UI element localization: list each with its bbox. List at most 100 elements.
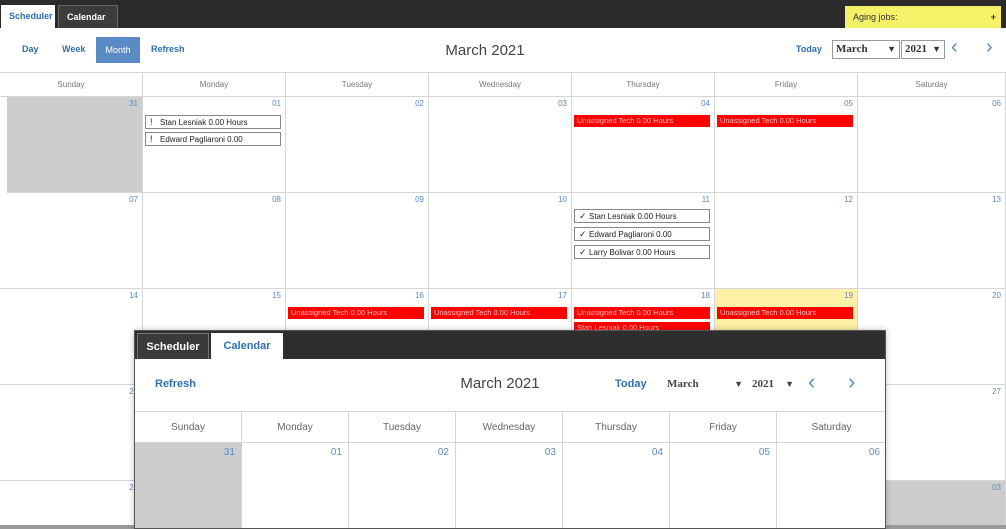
- prev-month-chevron-icon[interactable]: ‹: [951, 36, 958, 59]
- checkmark-icon: ✓: [579, 211, 587, 221]
- expand-plus-icon[interactable]: +: [991, 6, 996, 28]
- unassigned-job-event[interactable]: Unassigned Tech 0.00 Hours: [574, 115, 710, 127]
- day-cell[interactable]: 11 ✓ Stan Lesniak 0.00 Hours ✓ Edward Pagl…: [572, 193, 715, 289]
- day-cell[interactable]: 05: [670, 443, 777, 528]
- year-select[interactable]: 2021 ▼: [901, 40, 945, 59]
- view-month-button[interactable]: Month: [96, 37, 140, 63]
- day-cell[interactable]: 28: [0, 481, 143, 528]
- checkmark-icon: ✓: [579, 229, 587, 239]
- weekday-header: Wednesday: [456, 412, 563, 443]
- day-number: 19: [844, 291, 853, 300]
- day-cell[interactable]: 02: [349, 443, 456, 528]
- today-button[interactable]: Today: [796, 44, 822, 54]
- day-number: 13: [992, 195, 1001, 204]
- day-number: 15: [272, 291, 281, 300]
- job-event[interactable]: ! Edward Pagliaroni 0.00: [145, 132, 281, 146]
- day-cell[interactable]: 04: [563, 443, 670, 528]
- month-select[interactable]: March ▼: [667, 375, 745, 394]
- day-cell[interactable]: 03: [456, 443, 563, 528]
- chevron-down-icon: ▼: [785, 379, 794, 389]
- job-event[interactable]: ✓ Larry Bolivar 0.00 Hours: [574, 245, 710, 259]
- weekday-header: Saturday: [777, 412, 885, 443]
- day-cell[interactable]: 04 Unassigned Tech 0.00 Hours: [572, 97, 715, 193]
- day-cell[interactable]: 14: [0, 289, 143, 385]
- day-cell[interactable]: 05 Unassigned Tech 0.00 Hours: [715, 97, 858, 193]
- weekday-header: Thursday: [572, 73, 715, 97]
- month-select-value: March: [836, 43, 868, 55]
- view-week-button[interactable]: Week: [62, 44, 85, 54]
- day-number: 08: [272, 195, 281, 204]
- prev-month-chevron-icon[interactable]: ‹: [808, 369, 815, 395]
- unassigned-job-event[interactable]: Unassigned Tech 0.00 Hours: [431, 307, 567, 319]
- month-select[interactable]: March ▼: [832, 40, 900, 59]
- day-cell[interactable]: 06: [777, 443, 885, 528]
- day-number: 01: [330, 447, 342, 458]
- month-select-value: March: [667, 378, 699, 390]
- day-number: 04: [651, 447, 663, 458]
- day-cell[interactable]: 03: [429, 97, 572, 193]
- tab-scheduler[interactable]: Scheduler: [1, 5, 55, 28]
- job-event-label: Edward Pagliaroni 0.00: [160, 135, 243, 144]
- unassigned-job-event[interactable]: Unassigned Tech 0.00 Hours: [717, 307, 853, 319]
- day-number: 05: [844, 99, 853, 108]
- day-number: 09: [415, 195, 424, 204]
- view-day-button[interactable]: Day: [22, 44, 39, 54]
- day-number: 02: [437, 447, 449, 458]
- day-number: 06: [992, 99, 1001, 108]
- weekday-header: Tuesday: [286, 73, 429, 97]
- day-number: 03: [558, 99, 567, 108]
- day-number: 02: [415, 99, 424, 108]
- day-number: 27: [992, 387, 1001, 396]
- next-month-chevron-icon[interactable]: ›: [848, 369, 855, 395]
- tab-calendar[interactable]: Calendar: [211, 333, 283, 359]
- year-select-value: 2021: [752, 378, 774, 390]
- unassigned-job-event[interactable]: Unassigned Tech 0.00 Hours: [288, 307, 424, 319]
- day-cell[interactable]: 12: [715, 193, 858, 289]
- day-cell[interactable]: 21: [0, 385, 143, 481]
- day-number: 03: [544, 447, 556, 458]
- day-number: 03: [992, 483, 1001, 492]
- day-cell[interactable]: 13: [858, 193, 1006, 289]
- checkmark-icon: ✓: [579, 247, 587, 257]
- job-event-label: Stan Lesniak 0.00 Hours: [589, 212, 677, 221]
- refresh-button[interactable]: Refresh: [151, 44, 185, 54]
- refresh-button[interactable]: Refresh: [155, 378, 196, 390]
- day-cell[interactable]: 02: [286, 97, 429, 193]
- job-event-label: Larry Bolivar 0.00 Hours: [589, 248, 676, 257]
- today-button[interactable]: Today: [615, 378, 647, 390]
- next-month-chevron-icon[interactable]: ›: [986, 36, 993, 59]
- job-event[interactable]: ! Stan Lesniak 0.00 Hours: [145, 115, 281, 129]
- tab-calendar[interactable]: Calendar: [58, 5, 118, 28]
- year-select-value: 2021: [905, 43, 927, 55]
- weekday-header: Monday: [143, 73, 286, 97]
- year-select[interactable]: 2021 ▼: [752, 375, 796, 394]
- day-cell[interactable]: 07: [0, 193, 143, 289]
- day-number: 06: [868, 447, 880, 458]
- job-event-label: Stan Lesniak 0.00 Hours: [160, 118, 248, 127]
- weekday-header: Friday: [715, 73, 858, 97]
- day-cell[interactable]: 06: [858, 97, 1006, 193]
- unassigned-job-event[interactable]: Unassigned Tech 0.00 Hours: [574, 307, 710, 319]
- chevron-down-icon: ▼: [734, 379, 743, 389]
- job-event[interactable]: ✓ Edward Pagliaroni 0.00: [574, 227, 710, 241]
- calendar-toolbar: Day Week Month Refresh March 2021 Today …: [0, 28, 1006, 72]
- day-cell[interactable]: 10: [429, 193, 572, 289]
- weekday-header: Saturday: [858, 73, 1006, 97]
- aging-jobs-panel[interactable]: Aging jobs: +: [845, 6, 1001, 28]
- day-cell[interactable]: 31: [7, 97, 143, 193]
- chevron-down-icon: ▼: [887, 44, 896, 54]
- job-event[interactable]: ✓ Stan Lesniak 0.00 Hours: [574, 209, 710, 223]
- job-event-label: Edward Pagliaroni 0.00: [589, 230, 672, 239]
- day-number: 17: [558, 291, 567, 300]
- day-cell[interactable]: 01: [242, 443, 349, 528]
- day-cell[interactable]: 09: [286, 193, 429, 289]
- day-cell[interactable]: 31: [135, 443, 242, 528]
- day-number: 04: [701, 99, 710, 108]
- day-number: 07: [129, 195, 138, 204]
- day-cell[interactable]: 08: [143, 193, 286, 289]
- tab-scheduler[interactable]: Scheduler: [137, 333, 209, 359]
- day-cell[interactable]: 01 ! Stan Lesniak 0.00 Hours ! Edward Pagl…: [143, 97, 286, 193]
- day-number: 20: [992, 291, 1001, 300]
- day-number: 18: [701, 291, 710, 300]
- unassigned-job-event[interactable]: Unassigned Tech 0.00 Hours: [717, 115, 853, 127]
